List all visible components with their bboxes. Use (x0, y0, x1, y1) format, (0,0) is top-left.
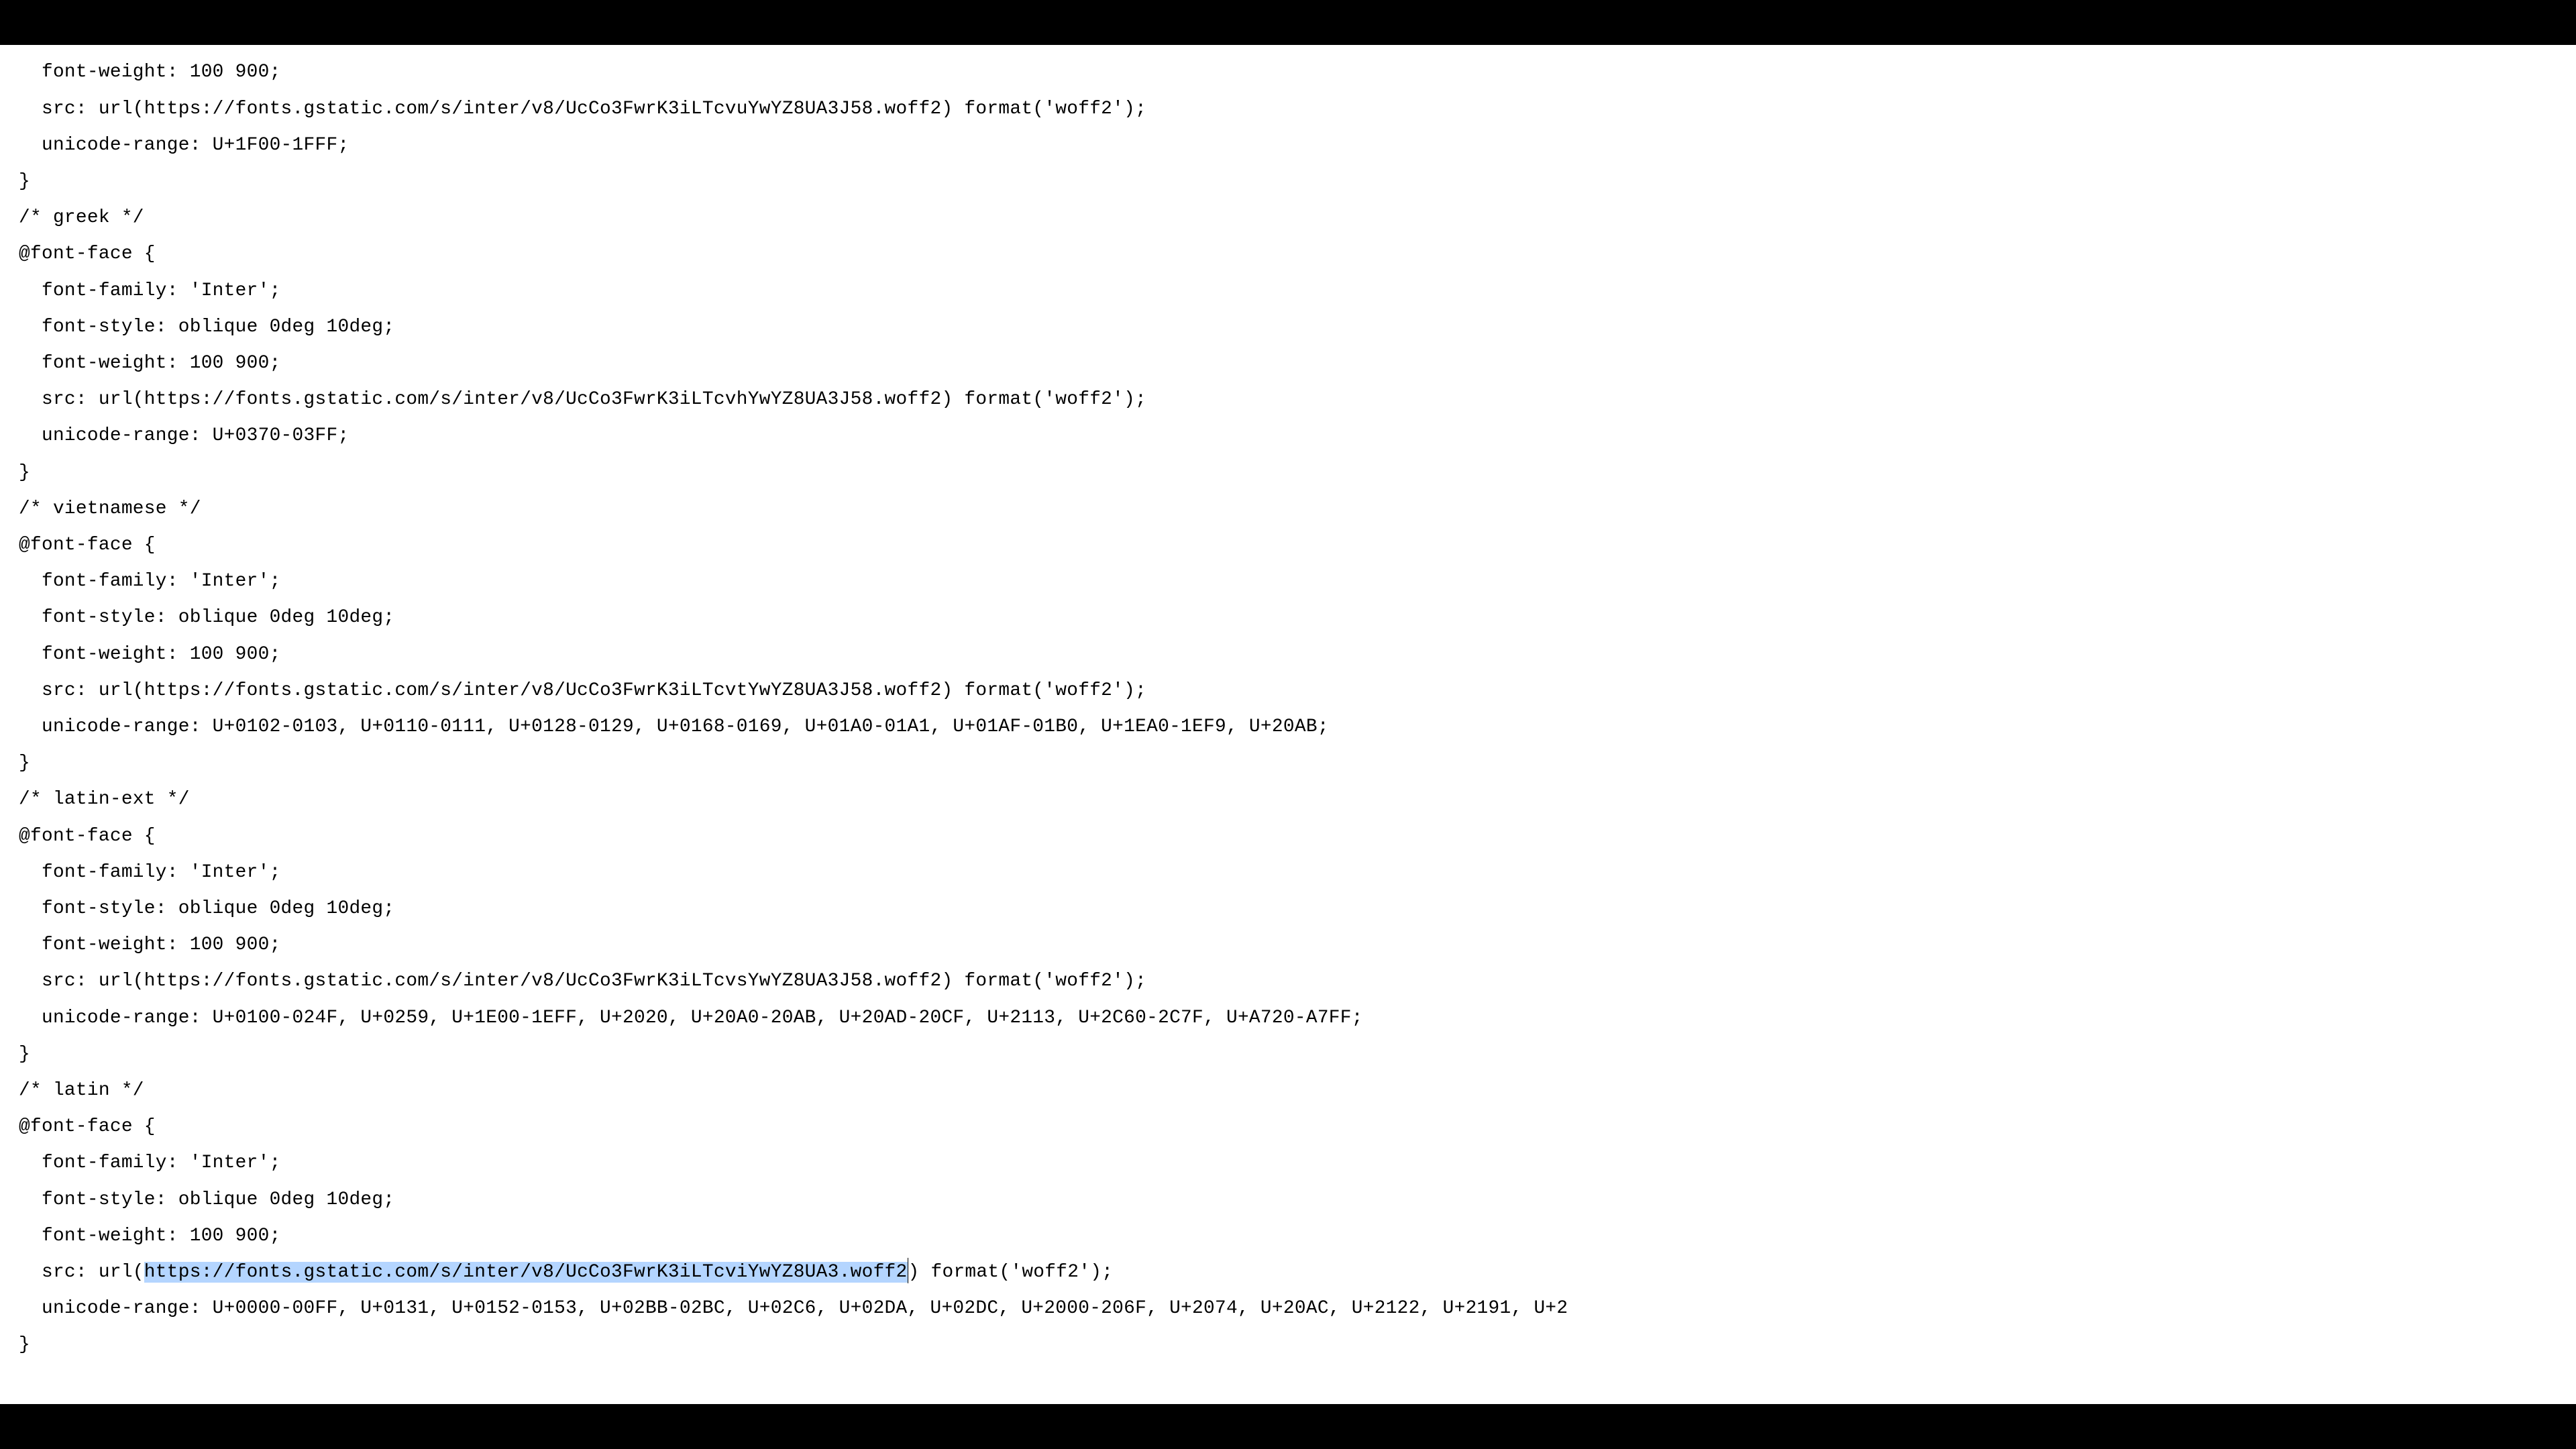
code-line[interactable]: } (19, 753, 30, 773)
code-editor-area[interactable]: font-weight: 100 900; src: url(https://f… (0, 45, 2576, 1403)
code-line[interactable]: @font-face { (19, 1116, 156, 1137)
css-source-code[interactable]: font-weight: 100 900; src: url(https://f… (19, 54, 2557, 1363)
code-line[interactable]: font-weight: 100 900; (19, 644, 281, 665)
code-line[interactable]: font-style: oblique 0deg 10deg; (19, 1189, 394, 1210)
code-line[interactable]: font-style: oblique 0deg 10deg; (19, 607, 394, 628)
code-line[interactable]: src: url(https://fonts.gstatic.com/s/int… (19, 971, 1146, 991)
code-line[interactable]: @font-face { (19, 826, 156, 847)
code-line[interactable]: src: url(https://fonts.gstatic.com/s/int… (19, 1262, 1113, 1283)
code-line[interactable]: } (19, 171, 30, 192)
viewport: font-weight: 100 900; src: url(https://f… (0, 0, 2576, 1449)
code-line[interactable]: unicode-range: U+0370-03FF; (19, 425, 349, 446)
code-line[interactable]: src: url(https://fonts.gstatic.com/s/int… (19, 389, 1146, 410)
code-line[interactable]: unicode-range: U+1F00-1FFF; (19, 135, 349, 156)
code-line[interactable]: font-weight: 100 900; (19, 62, 281, 83)
code-line[interactable]: font-style: oblique 0deg 10deg; (19, 317, 394, 337)
code-line[interactable]: font-family: 'Inter'; (19, 571, 281, 592)
code-line[interactable]: font-family: 'Inter'; (19, 280, 281, 301)
code-line[interactable]: } (19, 1044, 30, 1065)
code-line[interactable]: font-weight: 100 900; (19, 934, 281, 955)
code-line[interactable]: /* vietnamese */ (19, 498, 201, 519)
code-line[interactable]: @font-face { (19, 244, 156, 264)
code-line[interactable]: unicode-range: U+0100-024F, U+0259, U+1E… (19, 1008, 1363, 1028)
code-line[interactable]: font-family: 'Inter'; (19, 862, 281, 883)
code-line[interactable]: font-family: 'Inter'; (19, 1152, 281, 1173)
code-line[interactable]: } (19, 462, 30, 483)
code-line[interactable]: } (19, 1334, 30, 1355)
code-line[interactable]: /* latin */ (19, 1080, 144, 1101)
code-line[interactable]: src: url(https://fonts.gstatic.com/s/int… (19, 99, 1146, 119)
code-line[interactable]: font-style: oblique 0deg 10deg; (19, 898, 394, 919)
code-line[interactable]: src: url(https://fonts.gstatic.com/s/int… (19, 680, 1146, 701)
code-line[interactable]: unicode-range: U+0102-0103, U+0110-0111,… (19, 716, 1329, 737)
selected-url-text[interactable]: https://fonts.gstatic.com/s/inter/v8/UcC… (144, 1262, 908, 1283)
code-line[interactable]: font-weight: 100 900; (19, 353, 281, 374)
code-line[interactable]: @font-face { (19, 535, 156, 555)
code-line[interactable]: font-weight: 100 900; (19, 1226, 281, 1246)
code-line[interactable]: /* latin-ext */ (19, 789, 190, 810)
code-line[interactable]: unicode-range: U+0000-00FF, U+0131, U+01… (19, 1298, 1568, 1319)
code-line[interactable]: /* greek */ (19, 207, 144, 228)
